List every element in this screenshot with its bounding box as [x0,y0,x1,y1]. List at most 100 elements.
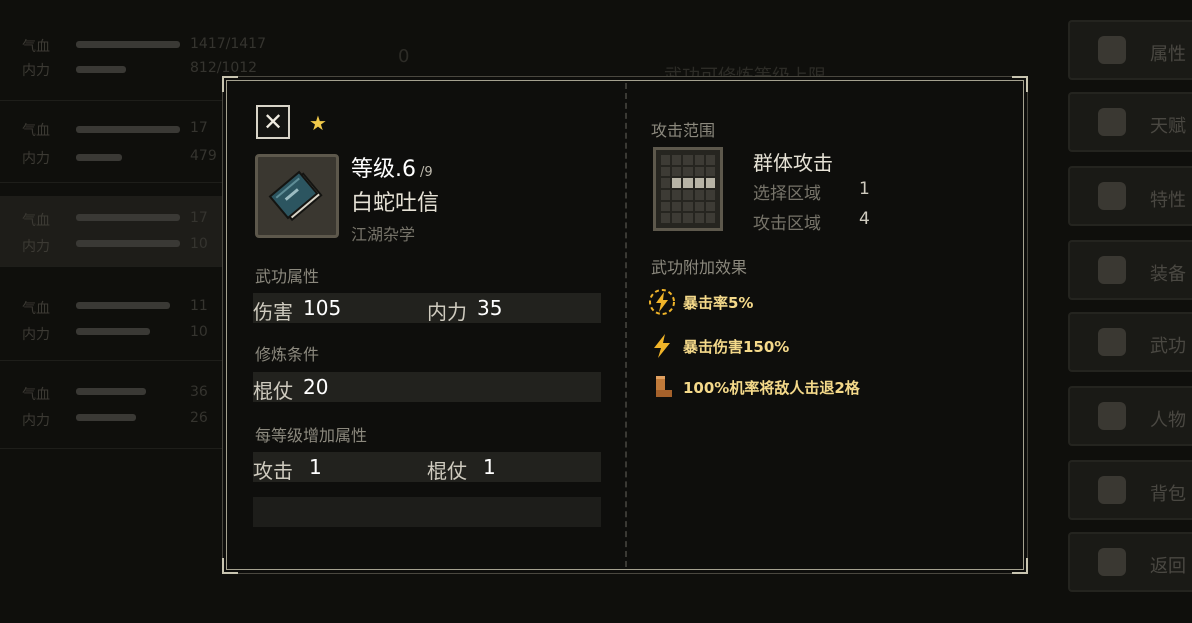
section-title-per-level: 每等级增加属性 [255,426,368,445]
menu-label: 背包 [1150,484,1186,505]
scroll-icon [1098,402,1126,430]
attack-range-grid [653,147,723,231]
book-icon [1098,328,1126,356]
mp-value: 10 [190,236,208,252]
coin-count: 0 [398,46,410,67]
effect-item: 暴击伤害150% [647,331,789,361]
lightning-icon [647,331,677,361]
attributes-row: 伤害 105 内力 35 [253,293,601,324]
stat-value: 1 [309,455,322,479]
menu-return-button[interactable]: 返回 [1068,532,1192,592]
menu-trait-button[interactable]: 特性 [1068,166,1192,226]
panel-divider [625,83,627,567]
menu-label: 返回 [1150,556,1186,577]
stat-value: 105 [303,296,342,320]
attack-area-value: 4 [859,209,870,229]
character-row[interactable]: 气血 内力 17 479 [0,112,230,183]
menu-equipment-button[interactable]: 装备 [1068,240,1192,300]
hp-label: 气血 [22,123,50,139]
stat-label: 伤害 [253,300,293,324]
skill-level: 等级.6/9 [351,151,433,183]
level-label: 等级.6 [351,157,416,182]
hp-bar [76,126,180,133]
hp-value: 1417/1417 [190,36,266,52]
person-icon [1098,36,1126,64]
select-area-value: 1 [859,179,870,199]
mp-value: 479 [190,148,217,164]
hp-label: 气血 [22,213,50,229]
lightning-circle-icon [647,287,677,317]
frame-corner [1012,76,1028,92]
hp-value: 17 [190,120,208,136]
select-area-label: 选择区域 [753,184,821,204]
character-row[interactable]: 气血 内力 11 10 [0,290,230,361]
range-type-name: 群体攻击 [753,151,833,175]
trait-icon [1098,182,1126,210]
hp-value: 17 [190,210,208,226]
stat-value: 1 [483,455,496,479]
hp-label: 气血 [22,301,50,317]
skill-book-icon [255,154,339,238]
frame-corner [1012,558,1028,574]
stat-value: 35 [477,296,503,320]
close-button[interactable]: ✕ [256,105,290,139]
mp-label: 内力 [22,151,50,167]
skill-name: 白蛇吐信 [351,191,440,216]
skill-type: 江湖杂学 [351,225,416,244]
menu-label: 特性 [1150,190,1186,211]
sword-icon [1098,256,1126,284]
mp-value: 26 [190,410,208,426]
character-row-selected[interactable]: 气血 内力 17 10 [0,196,230,267]
empty-stat-row [253,497,601,527]
section-title-attributes: 武功属性 [255,267,320,286]
star-icon: ★ [309,111,327,135]
menu-bag-button[interactable]: 背包 [1068,460,1192,520]
mp-value: 10 [190,324,208,340]
menu-skills-button[interactable]: 武功 [1068,312,1192,372]
skill-detail-dialog: ✕ ★ 等级.6/9 白蛇吐信 江湖杂学 武功属性 伤害 105 内力 35 修… [222,76,1028,574]
mp-label: 内力 [22,413,50,429]
menu-attributes-button[interactable]: 属性 [1068,20,1192,80]
hp-bar [76,388,146,395]
attack-area-row: 攻击区域 4 [753,209,870,234]
boot-icon [647,372,677,402]
hp-value: 36 [190,384,208,400]
mp-bar [76,414,136,421]
effect-item: 100%机率将敌人击退2格 [647,372,860,402]
mp-label: 内力 [22,327,50,343]
mp-bar [76,66,126,73]
frame-corner [222,76,238,92]
menu-talent-button[interactable]: 天赋 [1068,92,1192,152]
hp-value: 11 [190,298,208,314]
stat-label: 攻击 [253,459,293,483]
hp-bar [76,41,180,48]
hp-label: 气血 [22,387,50,403]
mp-label: 内力 [22,239,50,255]
bag-icon [1098,476,1126,504]
character-row[interactable]: 气血 内力 36 26 [0,378,230,449]
menu-label: 武功 [1150,336,1186,357]
per-level-row: 攻击 1 棍仗 1 [253,452,601,483]
effect-text: 暴击伤害150% [683,337,790,356]
requirements-row: 棍仗 20 [253,372,601,403]
section-title-requirements: 修炼条件 [255,345,320,364]
mp-bar [76,328,150,335]
menu-character-button[interactable]: 人物 [1068,386,1192,446]
mp-label: 内力 [22,63,50,79]
menu-label: 人物 [1150,410,1186,431]
level-max: /9 [420,165,433,180]
talent-icon [1098,108,1126,136]
character-row[interactable]: 气血 内力 1417/1417 812/1012 [0,30,266,101]
close-icon: ✕ [262,108,284,136]
mp-bar [76,154,122,161]
effect-text: 100%机率将敌人击退2格 [683,378,860,397]
hp-bar [76,302,170,309]
stat-label: 内力 [427,300,467,324]
stat-value: 20 [303,375,329,399]
hp-bar [76,214,180,221]
effect-text: 暴击率5% [683,293,754,312]
section-title-effects: 武功附加效果 [651,258,748,277]
mp-value: 812/1012 [190,60,258,76]
section-title-range: 攻击范围 [651,121,716,140]
menu-label: 天赋 [1150,116,1186,137]
